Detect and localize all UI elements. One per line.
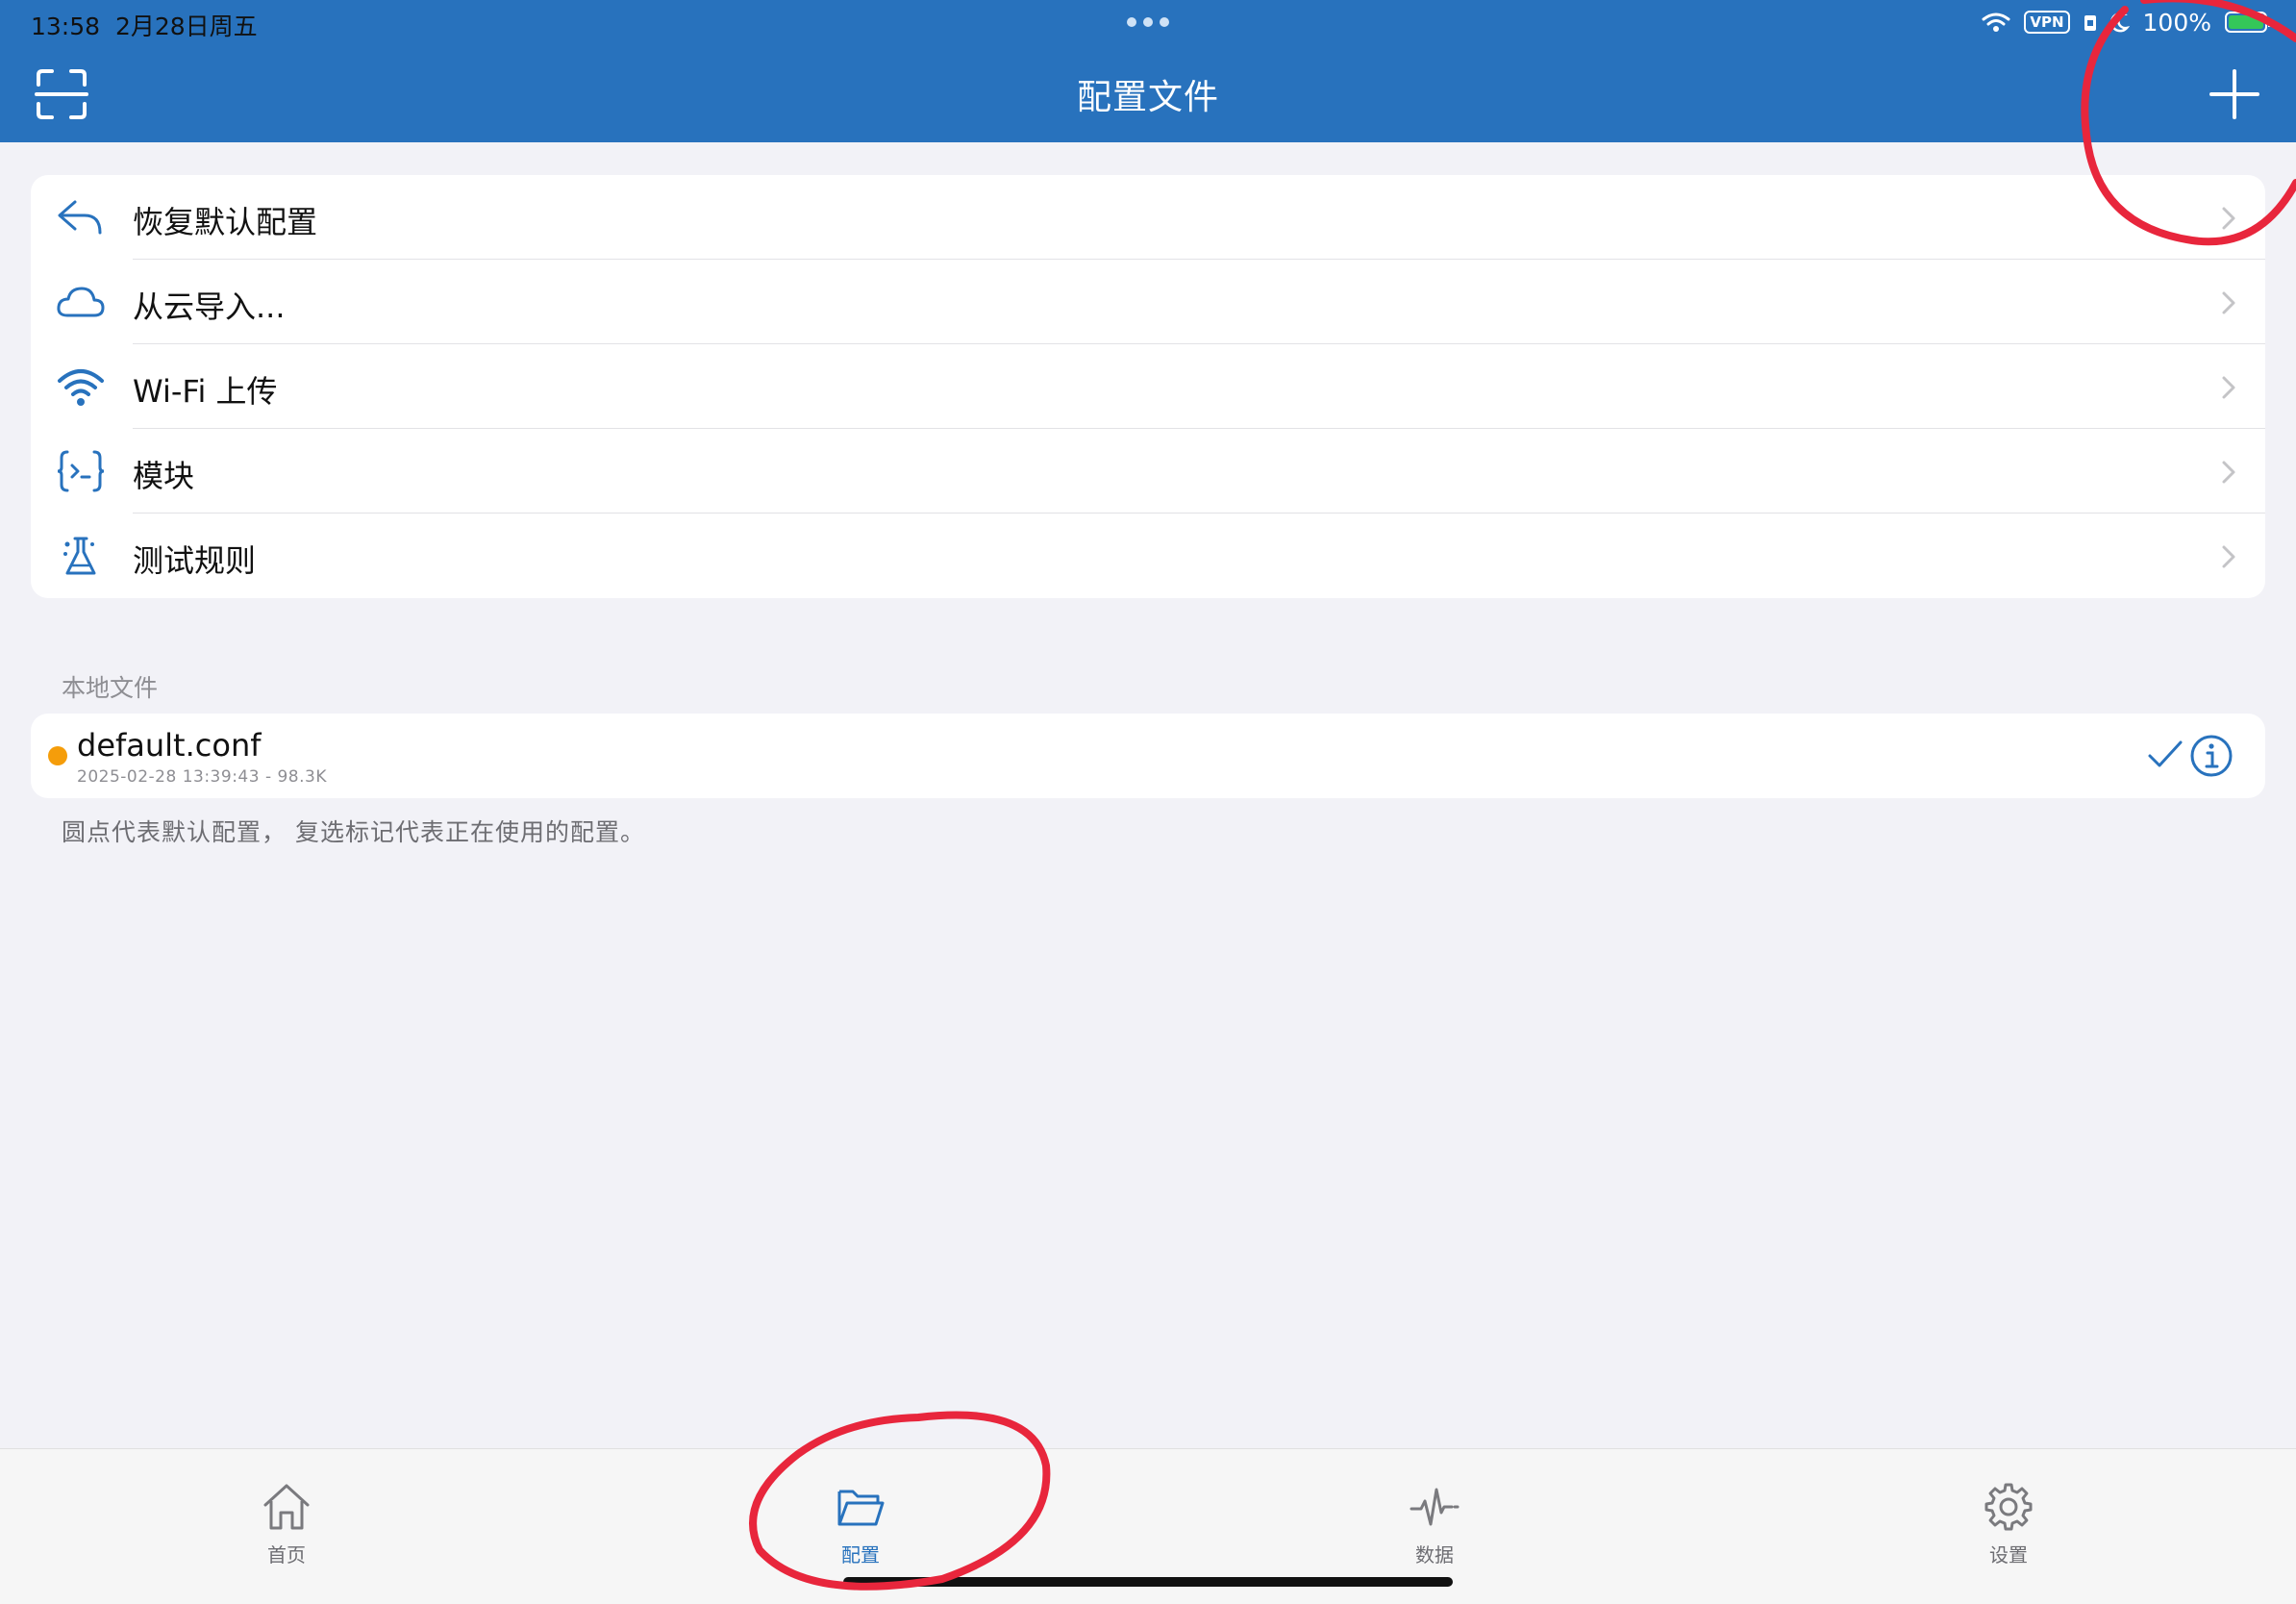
file-name: default.conf bbox=[77, 727, 262, 764]
menu-item-label: Wi-Fi 上传 bbox=[133, 373, 278, 410]
menu-item-label: 从云导入... bbox=[133, 288, 286, 325]
status-bar-right: VPN 100% bbox=[1982, 8, 2271, 37]
multitasking-dots-icon[interactable] bbox=[1127, 17, 1169, 27]
info-button[interactable] bbox=[2188, 733, 2234, 779]
menu-item-test-rules[interactable]: 测试规则 bbox=[31, 514, 2265, 598]
reply-arrow-icon bbox=[58, 200, 102, 235]
status-date: 2月28日周五 bbox=[114, 13, 258, 40]
tab-home[interactable]: 首页 bbox=[229, 1482, 344, 1578]
screen: 13:58 2月28日周五 VPN 100% 配置文件 恢复默认配置 从云导入.… bbox=[0, 0, 2296, 1604]
config-actions-list: 恢复默认配置 从云导入... Wi-Fi 上传 模块 测试规则 bbox=[31, 175, 2265, 598]
menu-item-wifi-upload[interactable]: Wi-Fi 上传 bbox=[31, 344, 2265, 429]
flask-icon bbox=[63, 537, 96, 575]
lock-status-icon bbox=[2084, 15, 2096, 31]
gear-icon bbox=[1984, 1483, 2033, 1531]
menu-item-label: 模块 bbox=[133, 458, 195, 494]
moon-status-icon bbox=[2109, 12, 2130, 33]
tab-config[interactable]: 配置 bbox=[803, 1482, 918, 1578]
section-header-local-files: 本地文件 bbox=[62, 674, 159, 702]
status-time: 13:58 bbox=[31, 13, 101, 40]
tab-label: 首页 bbox=[267, 1543, 306, 1566]
checkmark-icon bbox=[2148, 740, 2183, 767]
status-bar-time: 13:58 2月28日周五 bbox=[31, 8, 258, 42]
tab-data[interactable]: 数据 bbox=[1377, 1482, 1492, 1578]
chevron-right-icon bbox=[2222, 545, 2235, 568]
file-row-default-conf[interactable]: default.conf 2025-02-28 13:39:43 - 98.3K bbox=[31, 714, 2265, 798]
battery-icon bbox=[2225, 12, 2271, 33]
chevron-right-icon bbox=[2222, 461, 2235, 484]
battery-percent: 100% bbox=[2142, 8, 2211, 37]
cloud-icon bbox=[57, 287, 105, 317]
tab-label: 数据 bbox=[1415, 1543, 1454, 1566]
nav-header: 13:58 2月28日周五 VPN 100% 配置文件 bbox=[0, 0, 2296, 142]
activity-icon bbox=[1410, 1488, 1460, 1526]
wifi-icon bbox=[58, 369, 104, 406]
menu-item-restore-default[interactable]: 恢复默认配置 bbox=[31, 175, 2265, 260]
default-dot-icon bbox=[48, 746, 67, 765]
chevron-right-icon bbox=[2222, 376, 2235, 399]
menu-item-modules[interactable]: 模块 bbox=[31, 429, 2265, 514]
chevron-right-icon bbox=[2222, 207, 2235, 230]
tab-settings[interactable]: 设置 bbox=[1951, 1482, 2066, 1578]
menu-item-import-cloud[interactable]: 从云导入... bbox=[31, 260, 2265, 344]
home-indicator[interactable] bbox=[843, 1577, 1453, 1587]
page-title: 配置文件 bbox=[1076, 78, 1219, 117]
module-braces-icon bbox=[57, 450, 105, 492]
menu-item-label: 恢复默认配置 bbox=[133, 204, 318, 240]
tab-label: 设置 bbox=[1989, 1543, 2028, 1566]
vpn-badge: VPN bbox=[2024, 11, 2070, 34]
footnote: 圆点代表默认配置， 复选标记代表正在使用的配置。 bbox=[62, 818, 645, 846]
chevron-right-icon bbox=[2222, 291, 2235, 314]
folder-icon bbox=[837, 1490, 885, 1526]
home-icon bbox=[263, 1484, 310, 1530]
wifi-status-icon bbox=[1982, 13, 2010, 32]
tab-label: 配置 bbox=[841, 1543, 880, 1566]
file-meta: 2025-02-28 13:39:43 - 98.3K bbox=[77, 767, 327, 787]
menu-item-label: 测试规则 bbox=[133, 542, 257, 579]
add-config-button[interactable] bbox=[2208, 67, 2261, 121]
